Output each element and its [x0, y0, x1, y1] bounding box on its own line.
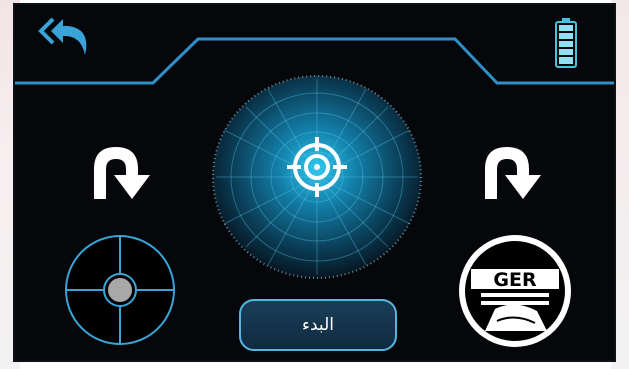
start-button[interactable]: البدء — [239, 299, 397, 351]
radar-display — [208, 75, 426, 285]
turn-right-arrow-icon — [94, 147, 150, 199]
turn-right-arrow-icon — [485, 147, 541, 199]
ger-logo: GER — [457, 233, 574, 350]
joystick-icon — [65, 235, 175, 345]
logo-text: GER — [493, 269, 537, 291]
battery-indicator — [555, 18, 577, 68]
turn-right-button[interactable] — [481, 143, 547, 201]
back-arrow-icon — [38, 17, 87, 55]
back-button[interactable] — [37, 15, 95, 67]
turn-left-button[interactable] — [90, 143, 156, 201]
device-screen: البدء GER — [13, 3, 616, 362]
radar-scope — [212, 75, 422, 279]
joystick-control[interactable] — [63, 233, 178, 348]
battery-icon — [555, 18, 577, 68]
start-button-label: البدء — [302, 315, 334, 335]
ger-logo-icon: GER — [459, 235, 571, 347]
